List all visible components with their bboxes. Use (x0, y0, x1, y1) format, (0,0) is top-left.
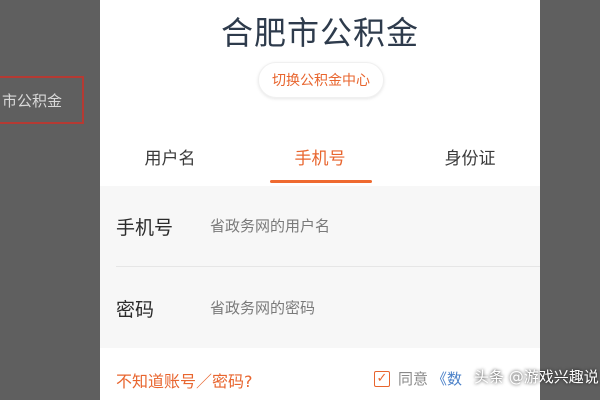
password-label: 密码 (116, 298, 155, 321)
page-title: 合肥市公积金 (220, 14, 419, 52)
watermark-text: 头条 @游戏兴趣说 (474, 368, 599, 386)
login-tabs: 用户名 手机号 身份证 (100, 130, 540, 186)
agreement-link[interactable]: 《数 (432, 368, 462, 389)
phone-label: 手机号 (116, 216, 174, 239)
tab-username[interactable]: 用户名 (110, 144, 230, 169)
forgot-account-link[interactable]: 不知道账号／密码? (116, 368, 253, 392)
background-city-text: 市公积金 (2, 91, 63, 110)
phone-row: 手机号 (116, 186, 540, 266)
phone-input[interactable] (210, 217, 510, 235)
watermark: 头条 @游戏兴趣说 (474, 366, 599, 387)
background-city-box: 市公积金 (0, 76, 84, 124)
form-divider (116, 266, 540, 267)
password-row: 密码 (116, 268, 540, 348)
agree-label: 同意 (398, 370, 429, 388)
tab-id-card[interactable]: 身份证 (410, 144, 530, 169)
active-tab-indicator (270, 180, 372, 183)
login-form: 手机号 密码 (100, 186, 540, 348)
tab-phone[interactable]: 手机号 (260, 144, 380, 169)
login-sheet: 合肥市公积金 切换公积金中心 用户名 手机号 身份证 手机号 密码 不知道账号／… (100, 0, 540, 400)
password-input[interactable] (210, 299, 510, 317)
checkmark-icon: ✓ (376, 371, 388, 386)
agree-checkbox[interactable]: ✓ (374, 370, 390, 387)
switch-center-button[interactable]: 切换公积金中心 (258, 62, 384, 98)
agreement-row: ✓ 同意 《数 (374, 368, 462, 389)
